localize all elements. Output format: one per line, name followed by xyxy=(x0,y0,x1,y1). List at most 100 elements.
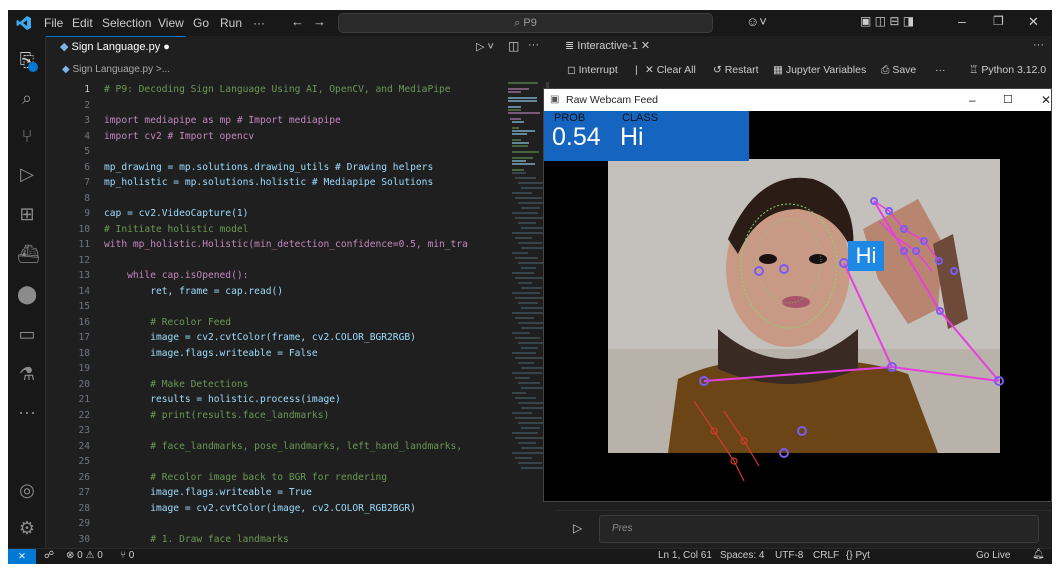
search-view-icon[interactable]: ⌕ xyxy=(17,88,37,108)
code-line[interactable]: 20 # Make Detections xyxy=(46,377,506,393)
run-cell-icon[interactable]: ▷ xyxy=(573,521,582,535)
notifications-bell-icon[interactable]: 🔔︎ xyxy=(1032,549,1045,560)
restart-button[interactable]: ↺ Restart xyxy=(713,60,759,80)
interactive-tab[interactable]: ≣ Interactive-1 ✕ xyxy=(555,36,665,58)
account-icon[interactable]: ◎ xyxy=(17,480,37,500)
breadcrumb[interactable]: ◆ Sign Language.py >... xyxy=(62,64,170,75)
code-line[interactable]: 19 xyxy=(46,361,506,377)
run-debug-icon[interactable]: ▷ xyxy=(17,164,37,184)
more-views-icon[interactable]: ··· xyxy=(17,402,37,422)
code-line[interactable]: 13 while cap.isOpened(): xyxy=(46,268,506,284)
code-line[interactable]: 5 xyxy=(46,144,506,160)
remote-explorer-icon[interactable]: ▭ xyxy=(17,324,37,344)
menu-go[interactable]: Go xyxy=(193,16,209,30)
remote-indicator[interactable]: ⨯ xyxy=(8,549,36,564)
cursor-position[interactable]: Ln 1, Col 61 xyxy=(658,550,712,561)
run-python-button[interactable]: ▷ ˅ xyxy=(476,40,494,53)
line-number: 26 xyxy=(78,471,90,483)
menu-run[interactable]: Run xyxy=(220,16,242,30)
webcam-maximize-button[interactable]: ☐ xyxy=(1003,89,1013,111)
github-icon[interactable]: ⬤ xyxy=(17,284,37,304)
minimap-line xyxy=(515,457,532,459)
code-line[interactable]: 22 # print(results.face_landmarks) xyxy=(46,408,506,424)
code-line[interactable]: 4 import cv2 # Import opencv xyxy=(46,129,506,145)
webcam-titlebar[interactable]: ▣ Raw Webcam Feed – ☐ ✕ xyxy=(544,89,1051,111)
maximize-button[interactable]: ❐ xyxy=(993,14,1004,28)
code-line[interactable]: 25 xyxy=(46,454,506,470)
code-line[interactable]: 24 # face_landmarks, pose_landmarks, lef… xyxy=(46,439,506,455)
code-line[interactable]: 29 xyxy=(46,516,506,532)
webcam-minimize-button[interactable]: – xyxy=(969,89,976,111)
code-area[interactable]: 1 # P9: Decoding Sign Language Using AI, … xyxy=(46,82,508,548)
layout-icon[interactable]: ▣ ◫ ⊟ ◨ xyxy=(860,14,914,28)
manage-gear-icon[interactable]: ⚙ xyxy=(17,518,37,538)
code-line[interactable]: 30 # 1. Draw face landmarks xyxy=(46,532,506,548)
command-center-search[interactable]: ⌕ P9 xyxy=(338,13,713,33)
source-control-icon[interactable]: ⑂ xyxy=(17,126,37,146)
code-line[interactable]: 1 # P9: Decoding Sign Language Using AI, … xyxy=(46,82,506,98)
encoding[interactable]: UTF-8 xyxy=(775,550,803,561)
nav-back-button[interactable]: ← xyxy=(291,14,304,29)
interactive-input[interactable]: ▷ Pres xyxy=(555,510,1052,548)
code-line[interactable]: 26 # Recolor image back to BGR for rende… xyxy=(46,470,506,486)
editor-more-button[interactable]: ··· xyxy=(528,39,539,51)
indentation[interactable]: Spaces: 4 xyxy=(720,550,764,561)
code-line[interactable]: 16 # Recolor Feed xyxy=(46,315,506,331)
code-line[interactable]: 15 xyxy=(46,299,506,315)
jupyter-variables-button[interactable]: ▦ Jupyter Variables xyxy=(773,60,866,80)
menu-edit[interactable]: Edit xyxy=(72,16,93,30)
pose-arm-line xyxy=(873,200,1000,382)
webcam-close-button[interactable]: ✕ xyxy=(1041,89,1051,111)
ports-indicator[interactable]: ⑂ 0 xyxy=(120,550,134,561)
interrupt-button[interactable]: ◻ Interrupt xyxy=(567,60,618,80)
problems-indicator[interactable]: ⊗ 0 ⚠ 0 xyxy=(66,550,103,561)
code-line[interactable]: 14 ret, frame = cap.read() xyxy=(46,284,506,300)
minimap-line xyxy=(512,127,519,129)
code-line[interactable]: 11 with mp_holistic.Holistic(min_detectio… xyxy=(46,237,506,253)
code-text: # P9: Decoding Sign Language Using AI, O… xyxy=(104,84,451,95)
code-line[interactable]: 27 image.flags.writeable = True xyxy=(46,485,506,501)
panel-more-button[interactable]: ··· xyxy=(1033,39,1044,51)
minimap[interactable] xyxy=(508,82,556,542)
code-line[interactable]: 21 results = holistic.process(image) xyxy=(46,392,506,408)
code-line[interactable]: 3 import mediapipe as mp # Import mediapi… xyxy=(46,113,506,129)
code-line[interactable]: 9 cap = cv2.VideoCapture(1) xyxy=(46,206,506,222)
clear-all-button[interactable]: ✕ Clear All xyxy=(645,60,696,80)
copilot-icon[interactable]: ☺˅ xyxy=(746,14,767,29)
save-button[interactable]: ⎙ Save xyxy=(881,60,916,80)
code-line[interactable]: 7 mp_holistic = mp.solutions.holistic # M… xyxy=(46,175,506,191)
menu-view[interactable]: View xyxy=(158,16,184,30)
docker-icon[interactable]: ⛴ xyxy=(17,244,40,264)
menu-selection[interactable]: Selection xyxy=(102,16,151,30)
editor-tab[interactable]: ◆ Sign Language.py ● xyxy=(46,36,186,58)
code-line[interactable]: 18 image.flags.writeable = False xyxy=(46,346,506,362)
code-line[interactable]: 28 image = cv2.cvtColor(image, cv2.COLOR… xyxy=(46,501,506,517)
menu-more[interactable]: ··· xyxy=(253,16,265,30)
face-mesh-outline xyxy=(740,203,838,329)
input-box[interactable]: Pres xyxy=(599,515,1039,543)
kernel-picker[interactable]: ♖ Python 3.12.0 xyxy=(969,60,1046,80)
go-live-button[interactable]: Go Live xyxy=(976,550,1010,561)
code-line[interactable]: 17 image = cv2.cvtColor(frame, cv2.COLOR… xyxy=(46,330,506,346)
webcam-window[interactable]: ▣ Raw Webcam Feed – ☐ ✕ PROB CLASS 0.54 … xyxy=(543,88,1052,502)
code-line[interactable]: 12 xyxy=(46,253,506,269)
split-editor-button[interactable]: ◫ xyxy=(508,39,519,53)
close-tab-icon[interactable]: ✕ xyxy=(641,40,650,52)
minimize-button[interactable]: – xyxy=(958,13,966,29)
code-line[interactable]: 6 mp_drawing = mp.solutions.drawing_utils… xyxy=(46,160,506,176)
menu-file[interactable]: File xyxy=(44,16,63,30)
line-number: 16 xyxy=(78,316,90,328)
language-mode[interactable]: {} Pyt xyxy=(846,550,870,561)
line-ending[interactable]: CRLF xyxy=(813,550,839,561)
extensions-icon[interactable]: ⊞ xyxy=(17,204,37,224)
code-line[interactable]: 10 # Initiate holistic model xyxy=(46,222,506,238)
toolbar-more-button[interactable]: ··· xyxy=(935,60,946,80)
testing-icon[interactable]: ⚗ xyxy=(17,364,37,384)
live-share-icon[interactable]: ☍ xyxy=(44,550,54,561)
minimap-line xyxy=(512,139,521,141)
code-line[interactable]: 2 xyxy=(46,98,506,114)
close-button[interactable]: ✕ xyxy=(1028,14,1039,30)
code-line[interactable]: 23 xyxy=(46,423,506,439)
code-line[interactable]: 8 xyxy=(46,191,506,207)
nav-forward-button[interactable]: → xyxy=(313,14,326,29)
